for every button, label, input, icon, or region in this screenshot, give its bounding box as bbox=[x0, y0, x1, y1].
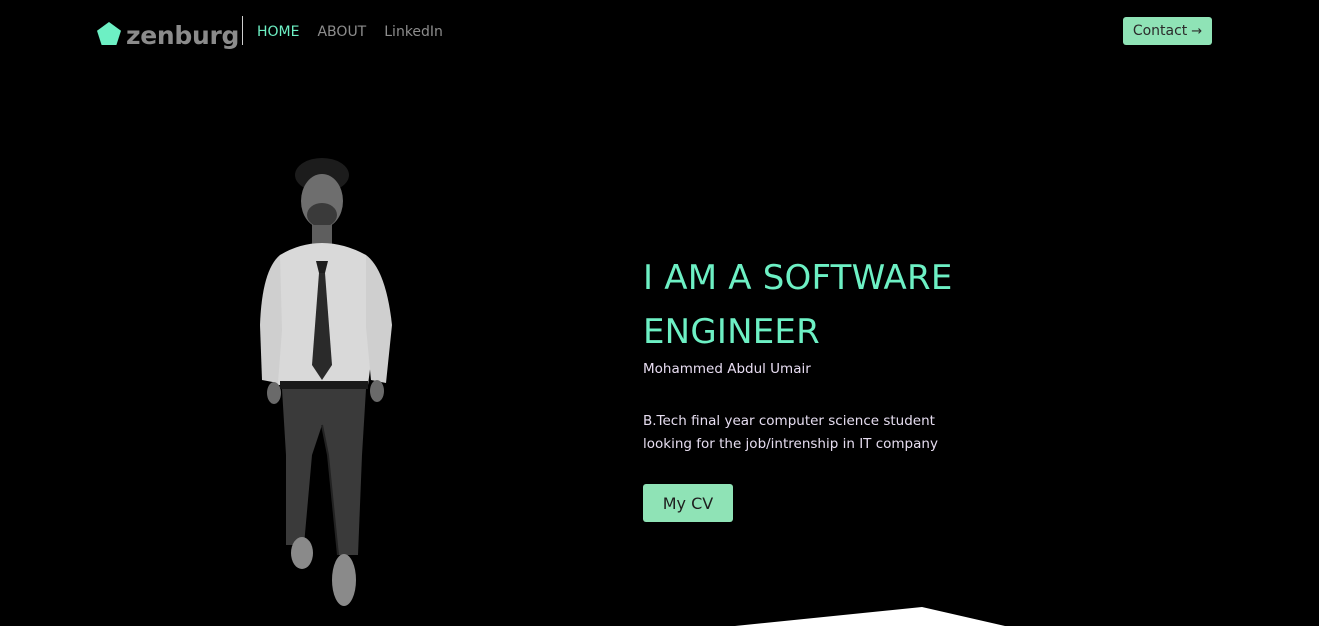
cv-button[interactable]: My CV bbox=[643, 484, 733, 522]
bottom-decorative-shape bbox=[735, 607, 1005, 626]
profile-photo bbox=[240, 155, 410, 615]
nav-home-link[interactable]: HOME bbox=[257, 22, 299, 42]
nav-linkedin-link[interactable]: LinkedIn bbox=[384, 22, 443, 42]
contact-button-label: Contact bbox=[1132, 23, 1188, 39]
hero-title: I AM A SOFTWARE ENGINEER bbox=[643, 258, 953, 352]
main-nav: HOME ABOUT LinkedIn bbox=[257, 22, 443, 42]
pentagon-logo-icon bbox=[96, 21, 122, 47]
page: zenburg HOME ABOUT LinkedIn Contact → I … bbox=[0, 0, 1319, 626]
nav-divider bbox=[242, 16, 243, 45]
contact-button[interactable]: Contact → bbox=[1123, 17, 1212, 45]
hero-name: Mohammed Abdul Umair bbox=[643, 361, 811, 377]
arrow-right-icon: → bbox=[1191, 23, 1203, 39]
hero-description: B.Tech final year computer science stude… bbox=[643, 413, 938, 452]
nav-about-link[interactable]: ABOUT bbox=[317, 22, 366, 42]
logo-text: zenburg bbox=[126, 20, 240, 50]
logo[interactable]: zenburg bbox=[96, 18, 239, 50]
